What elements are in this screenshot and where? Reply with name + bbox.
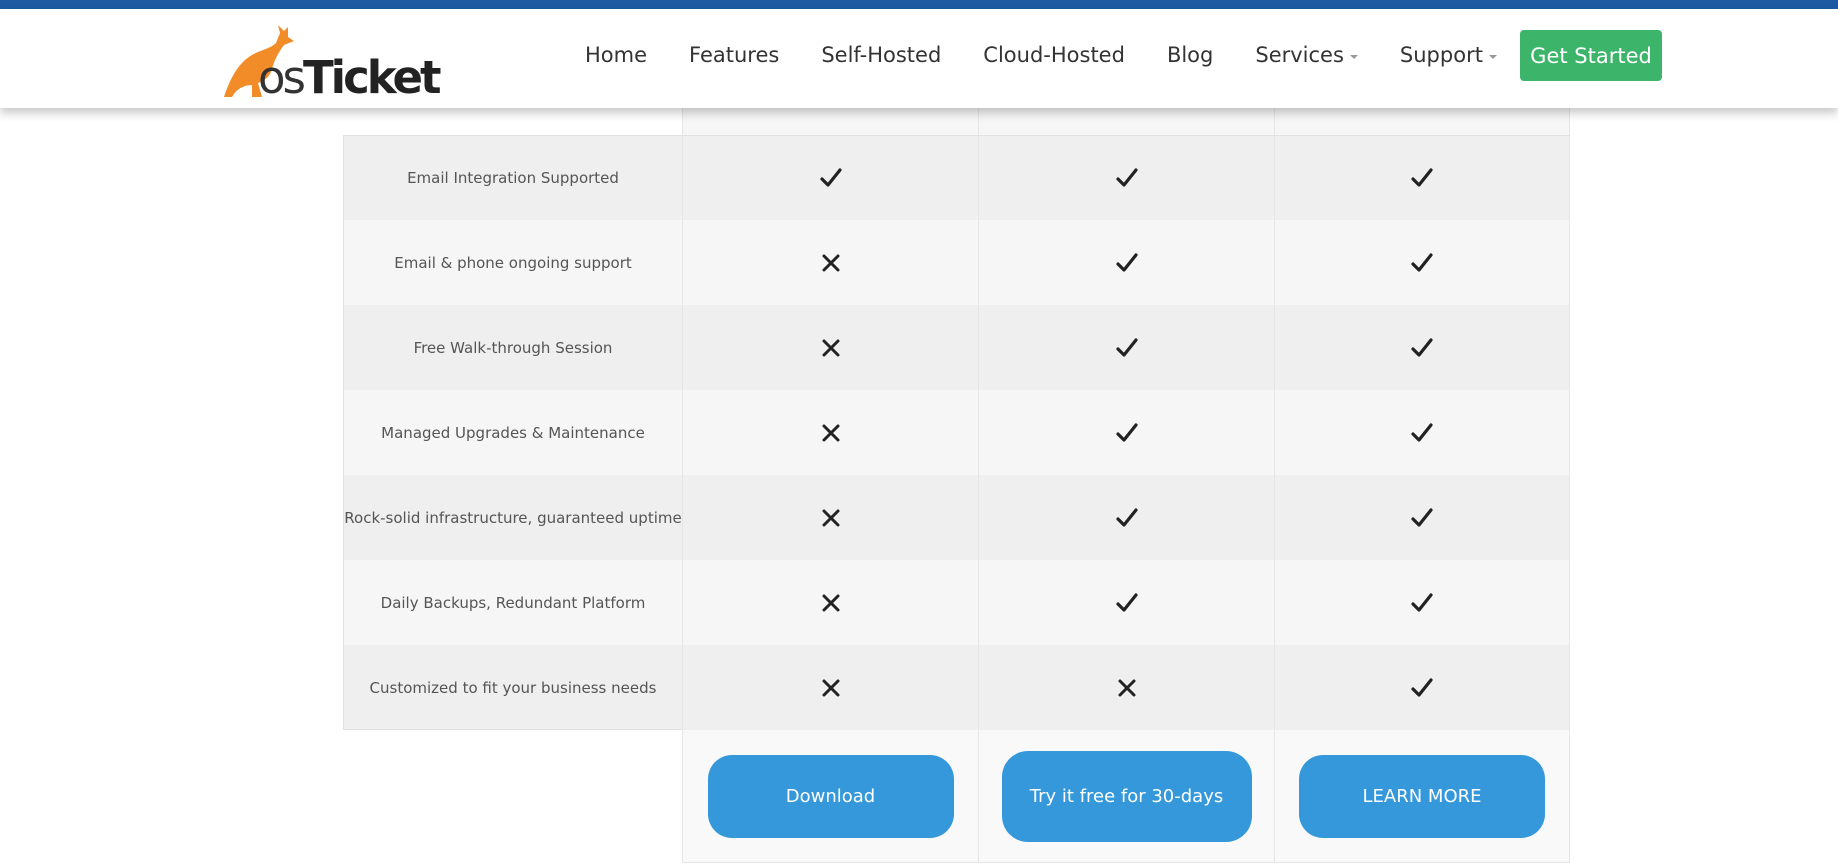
nav-features[interactable]: Features xyxy=(689,43,779,67)
plan-cell xyxy=(682,390,978,475)
cross-icon xyxy=(819,421,843,445)
check-icon xyxy=(1115,591,1139,615)
plan-cell xyxy=(1274,220,1570,305)
cross-icon xyxy=(819,676,843,700)
feature-label: Customized to fit your business needs xyxy=(343,645,682,730)
check-icon xyxy=(1115,251,1139,275)
check-icon xyxy=(819,166,843,190)
plan-action-cell: Download xyxy=(682,730,978,863)
nav-blog[interactable]: Blog xyxy=(1167,43,1213,67)
plan-action-cell: Try it free for 30-days xyxy=(978,730,1274,863)
try-free-button[interactable]: Try it free for 30-days xyxy=(1001,750,1252,842)
table-row: Free Walk-through Session xyxy=(343,305,1570,390)
check-icon xyxy=(1410,676,1434,700)
download-button[interactable]: Download xyxy=(707,754,954,838)
table-row: Email Integration Supported xyxy=(343,135,1570,220)
plan-cell xyxy=(978,560,1274,645)
table-row: Email & phone ongoing support xyxy=(343,220,1570,305)
cross-icon xyxy=(1115,676,1139,700)
learn-more-button[interactable]: LEARN MORE xyxy=(1299,754,1545,838)
site-header: osTicket Home Features Self-Hosted Cloud… xyxy=(0,9,1838,108)
check-icon xyxy=(1410,421,1434,445)
plan-cell xyxy=(1274,305,1570,390)
table-row: Customized to fit your business needs xyxy=(343,645,1570,730)
table-row: Daily Backups, Redundant Platform xyxy=(343,560,1570,645)
table-row: Rock-solid infrastructure, guaranteed up… xyxy=(343,475,1570,560)
cross-icon xyxy=(819,591,843,615)
plan-cell xyxy=(682,305,978,390)
plan-cell xyxy=(1274,136,1570,220)
plan-cell xyxy=(682,475,978,560)
feature-label: Rock-solid infrastructure, guaranteed up… xyxy=(343,475,682,560)
plan-cell xyxy=(1274,645,1570,730)
plan-cell xyxy=(1274,390,1570,475)
check-icon xyxy=(1115,166,1139,190)
nav-support[interactable]: Support xyxy=(1400,43,1497,67)
check-icon xyxy=(1410,591,1434,615)
plan-action-row: Download Try it free for 30-days LEARN M… xyxy=(682,730,1570,863)
check-icon xyxy=(1115,421,1139,445)
check-icon xyxy=(1410,506,1434,530)
plan-cell xyxy=(682,645,978,730)
osticket-logo[interactable]: osTicket xyxy=(218,19,442,101)
feature-label: Email & phone ongoing support xyxy=(343,220,682,305)
plan-cell xyxy=(978,305,1274,390)
top-accent-bar xyxy=(0,0,1838,9)
cross-icon xyxy=(819,251,843,275)
check-icon xyxy=(1410,166,1434,190)
feature-label: Daily Backups, Redundant Platform xyxy=(343,560,682,645)
feature-column-bottom-border xyxy=(343,729,682,730)
plan-cell xyxy=(978,136,1274,220)
plan-cell xyxy=(978,475,1274,560)
nav-cloud-hosted[interactable]: Cloud-Hosted xyxy=(983,43,1125,67)
cross-icon xyxy=(819,336,843,360)
check-icon xyxy=(1115,506,1139,530)
chevron-down-icon xyxy=(1488,55,1497,59)
nav-services[interactable]: Services xyxy=(1255,43,1358,67)
logo-wordmark: osTicket xyxy=(258,51,442,104)
main-nav: Home Features Self-Hosted Cloud-Hosted B… xyxy=(585,9,1539,101)
cross-icon xyxy=(819,506,843,530)
plan-cell xyxy=(682,220,978,305)
check-icon xyxy=(1410,251,1434,275)
check-icon xyxy=(1115,336,1139,360)
plan-cell xyxy=(978,390,1274,475)
chevron-down-icon xyxy=(1349,55,1358,59)
feature-label: Free Walk-through Session xyxy=(343,305,682,390)
plan-cell xyxy=(978,645,1274,730)
plan-cell xyxy=(682,136,978,220)
plan-action-cell: LEARN MORE xyxy=(1274,730,1570,863)
table-row: Managed Upgrades & Maintenance xyxy=(343,390,1570,475)
feature-label: Email Integration Supported xyxy=(343,136,682,220)
feature-label: Managed Upgrades & Maintenance xyxy=(343,390,682,475)
nav-self-hosted[interactable]: Self-Hosted xyxy=(821,43,941,67)
plan-cell xyxy=(682,560,978,645)
check-icon xyxy=(1410,336,1434,360)
plan-cell xyxy=(1274,560,1570,645)
plan-cell xyxy=(1274,475,1570,560)
get-started-button[interactable]: Get Started xyxy=(1520,30,1662,81)
plan-cell xyxy=(978,220,1274,305)
nav-home[interactable]: Home xyxy=(585,43,647,67)
